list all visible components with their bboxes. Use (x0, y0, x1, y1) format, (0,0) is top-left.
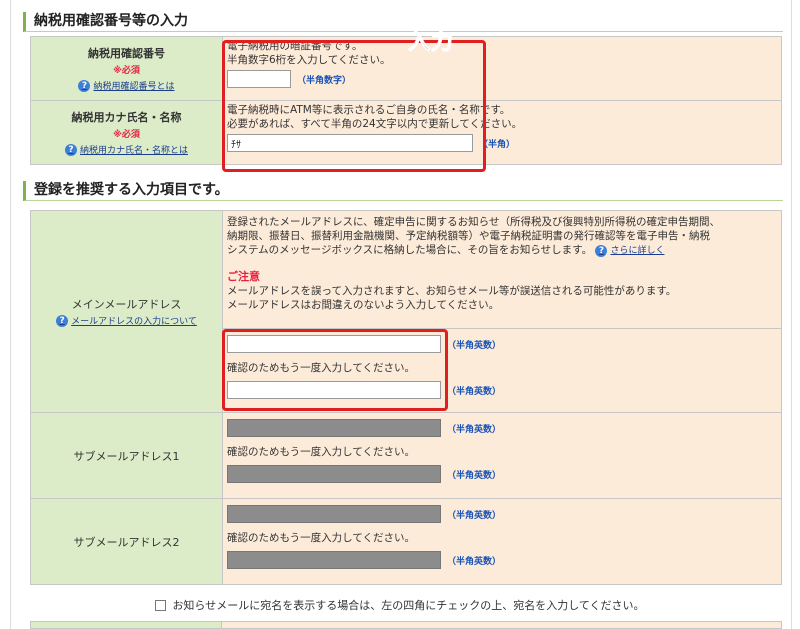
question-icon: ? (78, 79, 91, 92)
sub-email-1-confirm-hint: （半角英数） (447, 470, 502, 481)
more-info-link-text: さらに詳しく (610, 246, 665, 256)
sub-email-2-label-cell: サブメールアドレス2 (30, 498, 223, 585)
input-callout-label: 入力 (407, 30, 455, 56)
input-highlight-box-2 (222, 329, 448, 411)
left-border (10, 0, 11, 629)
right-border (791, 0, 792, 629)
required-badge: ※必須 (113, 129, 140, 140)
question-icon: ? (595, 245, 608, 257)
main-email-desc-3: システムのメッセージボックスに格納した場合に、その旨をお知らせします。 (227, 244, 593, 256)
main-email-desc-2: 納期限、振替日、振替利用金融機関、予定納税額等）や電子納税証明書の発行確認等を電… (227, 230, 710, 242)
main-email-desc-cell: 登録されたメールアドレスに、確定申告に関するお知らせ（所得税及び復興特別所得税の… (222, 210, 782, 329)
more-info-link[interactable]: ? さらに詳しく (595, 244, 664, 258)
pin-help-link[interactable]: ? 納税用確認番号とは (78, 79, 175, 93)
section-heading-recommended: 登録を推奨する入力項目です。 (23, 181, 783, 201)
main-email-desc-1: 登録されたメールアドレスに、確定申告に関するお知らせ（所得税及び復興特別所得税の… (227, 216, 720, 228)
page-frame: 納税用確認番号等の入力 納税用確認番号 ※必須 ? 納税用確認番号とは 電子納税… (0, 0, 800, 629)
sub-email-2-input[interactable] (227, 505, 441, 523)
kana-help-link[interactable]: ? 納税用カナ氏名・名称とは (64, 143, 188, 157)
question-icon: ? (64, 143, 77, 156)
sub-email-1-confirm-input[interactable] (227, 465, 441, 483)
addressee-notice-text: お知らせメールに宛名を表示する場合は、左の四角にチェックの上、宛名を入力してくだ… (172, 599, 645, 612)
sub-email-1-hint: （半角英数） (447, 424, 502, 435)
sub-email-1-input-row: （半角英数） (227, 419, 777, 437)
caution-title: ご注意 (227, 270, 260, 283)
section-heading-tax-pin: 納税用確認番号等の入力 (23, 12, 783, 32)
email-help-link-text: メールアドレスの入力について (71, 317, 197, 327)
sub-email-2-confirm-row: （半角英数） (227, 551, 777, 569)
sub-email-1-input[interactable] (227, 419, 441, 437)
sub-email-2-confirm-text: 確認のためもう一度入力してください。 (227, 532, 416, 544)
sub-email-1-input-cell: （半角英数） 確認のためもう一度入力してください。 （半角英数） (222, 412, 782, 499)
caution-text-2: メールアドレスはお間違えのないよう入力してください。 (227, 299, 500, 311)
sub-email-2-confirm-input[interactable] (227, 551, 441, 569)
input-highlight-box-1 (222, 40, 486, 172)
sub-email-1-label: サブメールアドレス1 (73, 449, 180, 463)
question-icon: ? (56, 314, 69, 327)
sub-email-2-confirm-hint: （半角英数） (447, 556, 502, 567)
table-row: メインメールアドレス ? メールアドレスの入力について 登録されたメールアドレス… (30, 210, 782, 413)
kana-help-link-text: 納税用カナ氏名・名称とは (79, 146, 188, 157)
sub-email-2-label: サブメールアドレス2 (73, 535, 180, 549)
sub-email-1-label-cell: サブメールアドレス1 (30, 412, 223, 499)
sub-email-2-hint: （半角英数） (447, 510, 502, 521)
addressee-notice: お知らせメールに宛名を表示する場合は、左の四角にチェックの上、宛名を入力してくだ… (0, 597, 800, 613)
next-row-value-cell (222, 621, 782, 629)
sub-email-1-confirm-row: （半角英数） (227, 465, 777, 483)
kana-label-cell: 納税用カナ氏名・名称 ※必須 ? 納税用カナ氏名・名称とは (30, 100, 223, 165)
main-email-confirm-hint: （半角英数） (447, 386, 502, 397)
table-row: サブメールアドレス2 （半角英数） 確認のためもう一度入力してください。 （半角… (30, 498, 782, 585)
sub-email-2-input-cell: （半角英数） 確認のためもう一度入力してください。 （半角英数） (222, 498, 782, 585)
sub-email-2-input-row: （半角英数） (227, 505, 777, 523)
pin-label-cell: 納税用確認番号 ※必須 ? 納税用確認番号とは (30, 36, 223, 101)
next-row-partial (30, 621, 782, 629)
next-row-label-cell (30, 621, 222, 629)
kana-label: 納税用カナ氏名・名称 (71, 110, 182, 124)
addressee-checkbox[interactable] (155, 599, 167, 611)
pin-help-link-text: 納税用確認番号とは (93, 82, 175, 93)
table-row: サブメールアドレス1 （半角英数） 確認のためもう一度入力してください。 （半角… (30, 412, 782, 499)
sub-email-1-confirm-text: 確認のためもう一度入力してください。 (227, 446, 416, 458)
pin-label: 納税用確認番号 (88, 46, 165, 60)
main-email-hint: （半角英数） (447, 340, 502, 351)
caution-text-1: メールアドレスを誤って入力されますと、お知らせメール等が誤送信される可能性があり… (227, 285, 677, 297)
main-email-label-cell: メインメールアドレス ? メールアドレスの入力について (30, 210, 223, 413)
email-help-link[interactable]: ? メールアドレスの入力について (56, 314, 197, 327)
main-email-label: メインメールアドレス (71, 298, 182, 311)
required-badge: ※必須 (113, 65, 140, 76)
main-email-desc-3-row: システムのメッセージボックスに格納した場合に、その旨をお知らせします。 ? さら… (227, 243, 777, 258)
